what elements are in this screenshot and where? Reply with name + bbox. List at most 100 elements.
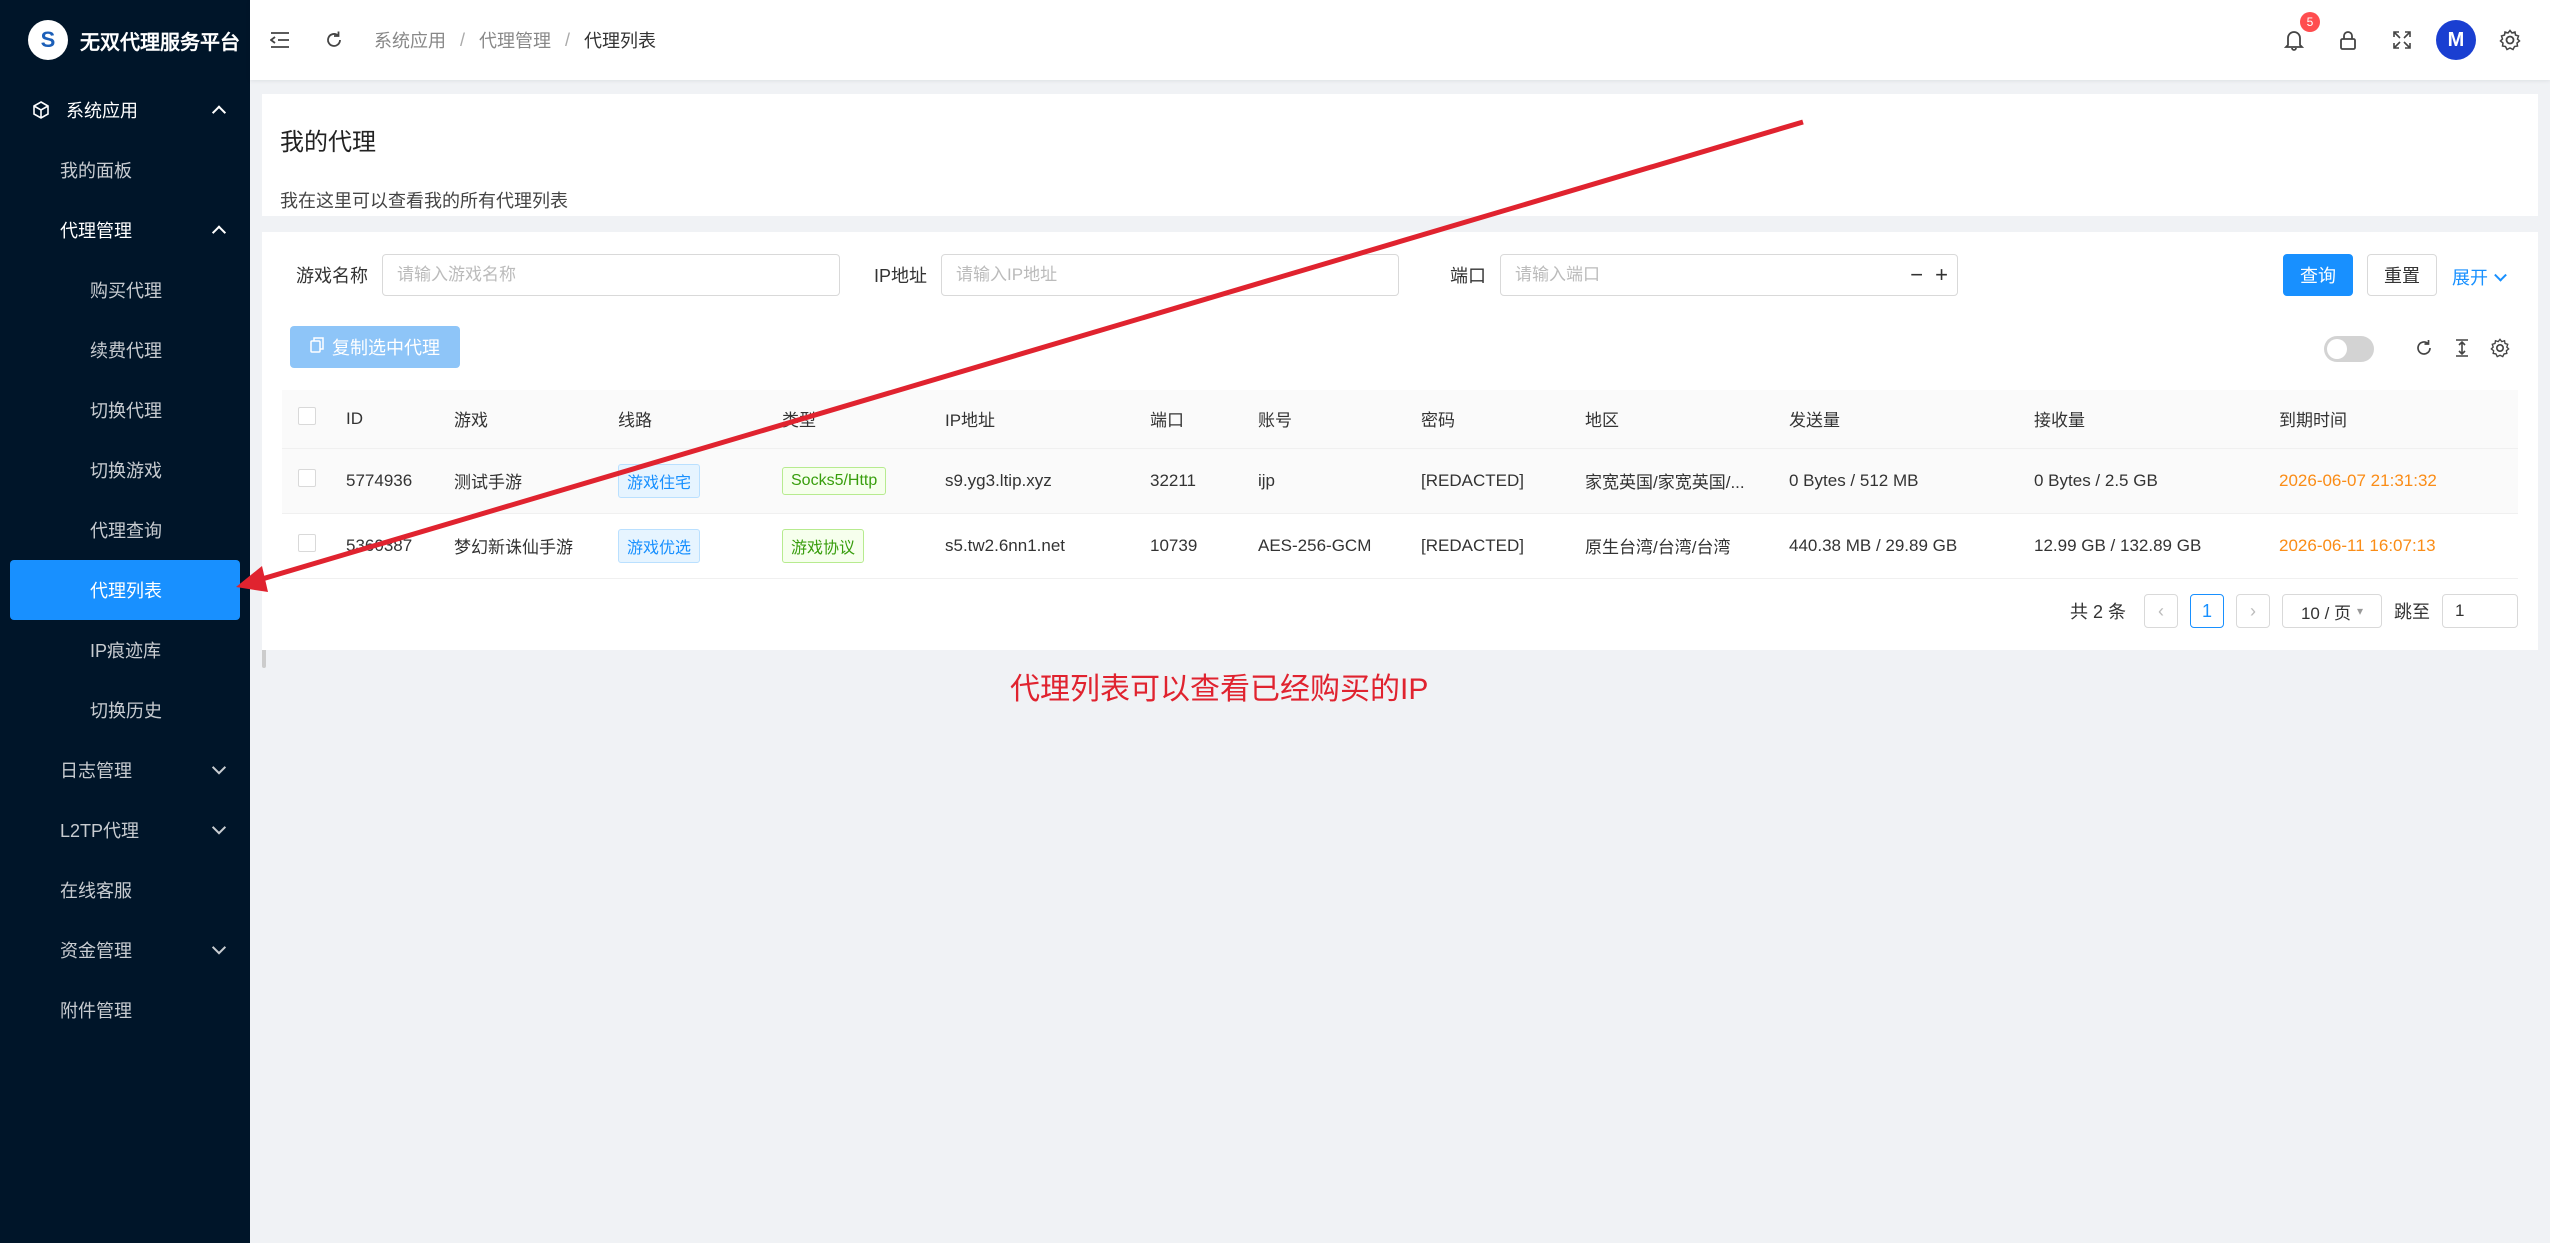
table-row[interactable]: 5360387 梦幻新诛仙手游 游戏优选 游戏协议 s5.tw2.6nn1.ne…: [282, 513, 2518, 579]
column-header[interactable]: 账号: [1242, 390, 1405, 449]
minus-icon[interactable]: −: [1910, 262, 1923, 288]
breadcrumb-item[interactable]: 系统应用: [374, 27, 446, 53]
cell-account: ijp: [1242, 448, 1405, 514]
cell-sent: 440.38 MB / 29.89 GB: [1773, 513, 2018, 579]
logo-icon: S: [28, 20, 68, 60]
sidebar-item-proxy-management[interactable]: 代理管理: [0, 200, 250, 260]
sidebar-item-label: 代理查询: [90, 521, 162, 541]
column-header[interactable]: 端口: [1134, 390, 1242, 449]
menu-fold-icon[interactable]: [260, 20, 300, 60]
sidebar-item-dashboard[interactable]: 我的面板: [0, 140, 250, 200]
refresh-icon[interactable]: [314, 20, 354, 60]
stepper-buttons: − +: [1910, 254, 1948, 296]
game-name-input[interactable]: [382, 254, 840, 296]
logo[interactable]: S 无双代理服务平台: [0, 0, 250, 80]
copy-selected-button[interactable]: 复制选中代理: [290, 326, 460, 368]
column-header[interactable]: ID: [330, 390, 438, 449]
cell-received: 12.99 GB / 132.89 GB: [2018, 513, 2263, 579]
page-description: 我在这里可以查看我的所有代理列表: [280, 191, 568, 211]
chevron-down-icon: [211, 820, 227, 835]
density-icon[interactable]: [2450, 336, 2474, 360]
fullscreen-icon[interactable]: [2382, 20, 2422, 60]
game-name-field: 游戏名称: [296, 254, 840, 296]
column-header[interactable]: 游戏: [438, 390, 602, 449]
breadcrumb-separator: /: [565, 29, 571, 50]
bell-icon[interactable]: 5: [2274, 12, 2320, 60]
reload-icon[interactable]: [2412, 336, 2436, 360]
cell-region: 原生台湾/台湾/台湾: [1569, 513, 1773, 579]
sidebar-item-finance[interactable]: 资金管理: [0, 920, 250, 980]
sidebar-item-l2tp[interactable]: L2TP代理: [0, 800, 250, 860]
column-header[interactable]: 地区: [1569, 390, 1773, 449]
cell-game: 梦幻新诛仙手游: [438, 513, 602, 579]
proxy-table: ID 游戏 线路 类型 IP地址 端口 账号 密码 地区 发送量 接收量 到期时…: [282, 390, 2518, 579]
sidebar-item-buy-proxy[interactable]: 购买代理: [0, 260, 250, 320]
breadcrumb-item: 代理列表: [584, 31, 657, 51]
lock-icon[interactable]: [2328, 20, 2368, 60]
query-button[interactable]: 查询: [2283, 254, 2353, 296]
expand-toggle[interactable]: 展开: [2452, 264, 2507, 290]
column-header[interactable]: 线路: [602, 390, 766, 449]
sidebar-item-attachments[interactable]: 附件管理: [0, 980, 250, 1040]
sidebar-item-label: 日志管理: [60, 761, 132, 781]
sidebar-item-label: 资金管理: [60, 941, 132, 961]
port-label: 端口: [1450, 266, 1486, 286]
type-tag: 游戏协议: [782, 528, 865, 563]
sidebar-item-label: L2TP代理: [60, 821, 140, 841]
column-header[interactable]: IP地址: [929, 390, 1134, 449]
page-number[interactable]: 1: [2190, 594, 2224, 628]
column-settings-icon[interactable]: [2488, 336, 2512, 360]
port-input[interactable]: [1500, 254, 1958, 296]
pagination-total: 共 2 条: [2069, 602, 2126, 622]
sidebar-item-support[interactable]: 在线客服: [0, 860, 250, 920]
column-header[interactable]: 接收量: [2018, 390, 2263, 449]
ip-field: IP地址: [874, 254, 1400, 296]
sidebar-item-proxy-query[interactable]: 代理查询: [0, 500, 250, 560]
sidebar-item-switch-proxy[interactable]: 切换代理: [0, 380, 250, 440]
port-stepper: − +: [1500, 254, 1958, 296]
chevron-up-icon: [211, 105, 227, 120]
toggle-switch[interactable]: [2324, 336, 2374, 362]
sidebar-item-switch-game[interactable]: 切换游戏: [0, 440, 250, 500]
sidebar-item-system[interactable]: 系统应用: [0, 80, 250, 140]
jump-input[interactable]: 1: [2442, 594, 2518, 628]
cell-received: 0 Bytes / 2.5 GB: [2018, 448, 2263, 514]
select-all-cell: [282, 390, 330, 449]
column-header[interactable]: 到期时间: [2263, 390, 2518, 449]
cube-icon: [32, 100, 52, 120]
page-size-select[interactable]: 10 / 页 ▾: [2282, 594, 2382, 628]
sidebar-item-switch-history[interactable]: 切换历史: [0, 680, 250, 740]
sidebar-item-ip-trace[interactable]: IP痕迹库: [0, 620, 250, 680]
header-actions: 5 M: [2274, 0, 2530, 80]
sidebar: S 无双代理服务平台 系统应用 我的面板 代理管理 购买代理 续费代理 切换代理…: [0, 0, 250, 1243]
avatar[interactable]: M: [2436, 20, 2476, 60]
reset-button[interactable]: 重置: [2367, 254, 2437, 296]
port-field: 端口 − +: [1450, 254, 1958, 296]
sidebar-item-renew-proxy[interactable]: 续费代理: [0, 320, 250, 380]
gear-icon[interactable]: [2490, 20, 2530, 60]
column-header[interactable]: 类型: [766, 390, 929, 449]
breadcrumb-item[interactable]: 代理管理: [479, 27, 551, 53]
cell-account: AES-256-GCM: [1242, 513, 1405, 579]
sidebar-item-label: 切换游戏: [90, 461, 162, 481]
prev-page-button[interactable]: ‹: [2144, 594, 2178, 628]
column-header[interactable]: 发送量: [1773, 390, 2018, 449]
select-all-checkbox[interactable]: [298, 407, 316, 426]
table-row[interactable]: 5774936 测试手游 游戏住宅 Socks5/Http s9.yg3.lti…: [282, 448, 2518, 514]
sidebar-item-label: 在线客服: [60, 881, 132, 901]
sidebar-item-proxy-list[interactable]: 代理列表: [10, 560, 240, 620]
row-checkbox[interactable]: [298, 534, 316, 552]
ip-input[interactable]: [941, 254, 1400, 296]
sidebar-item-label: 续费代理: [90, 341, 162, 361]
column-header[interactable]: 密码: [1405, 390, 1569, 449]
jump-label: 跳至: [2394, 602, 2430, 622]
sidebar-item-logs[interactable]: 日志管理: [0, 740, 250, 800]
cell-line: 游戏住宅: [602, 448, 766, 514]
sidebar-item-label: 代理管理: [60, 221, 132, 241]
row-checkbox[interactable]: [298, 469, 316, 487]
type-tag: Socks5/Http: [782, 466, 887, 495]
plus-icon[interactable]: +: [1935, 262, 1948, 288]
sidebar-item-label: 购买代理: [90, 281, 162, 301]
next-page-button[interactable]: ›: [2236, 594, 2270, 628]
chevron-down-icon: [2494, 268, 2507, 282]
